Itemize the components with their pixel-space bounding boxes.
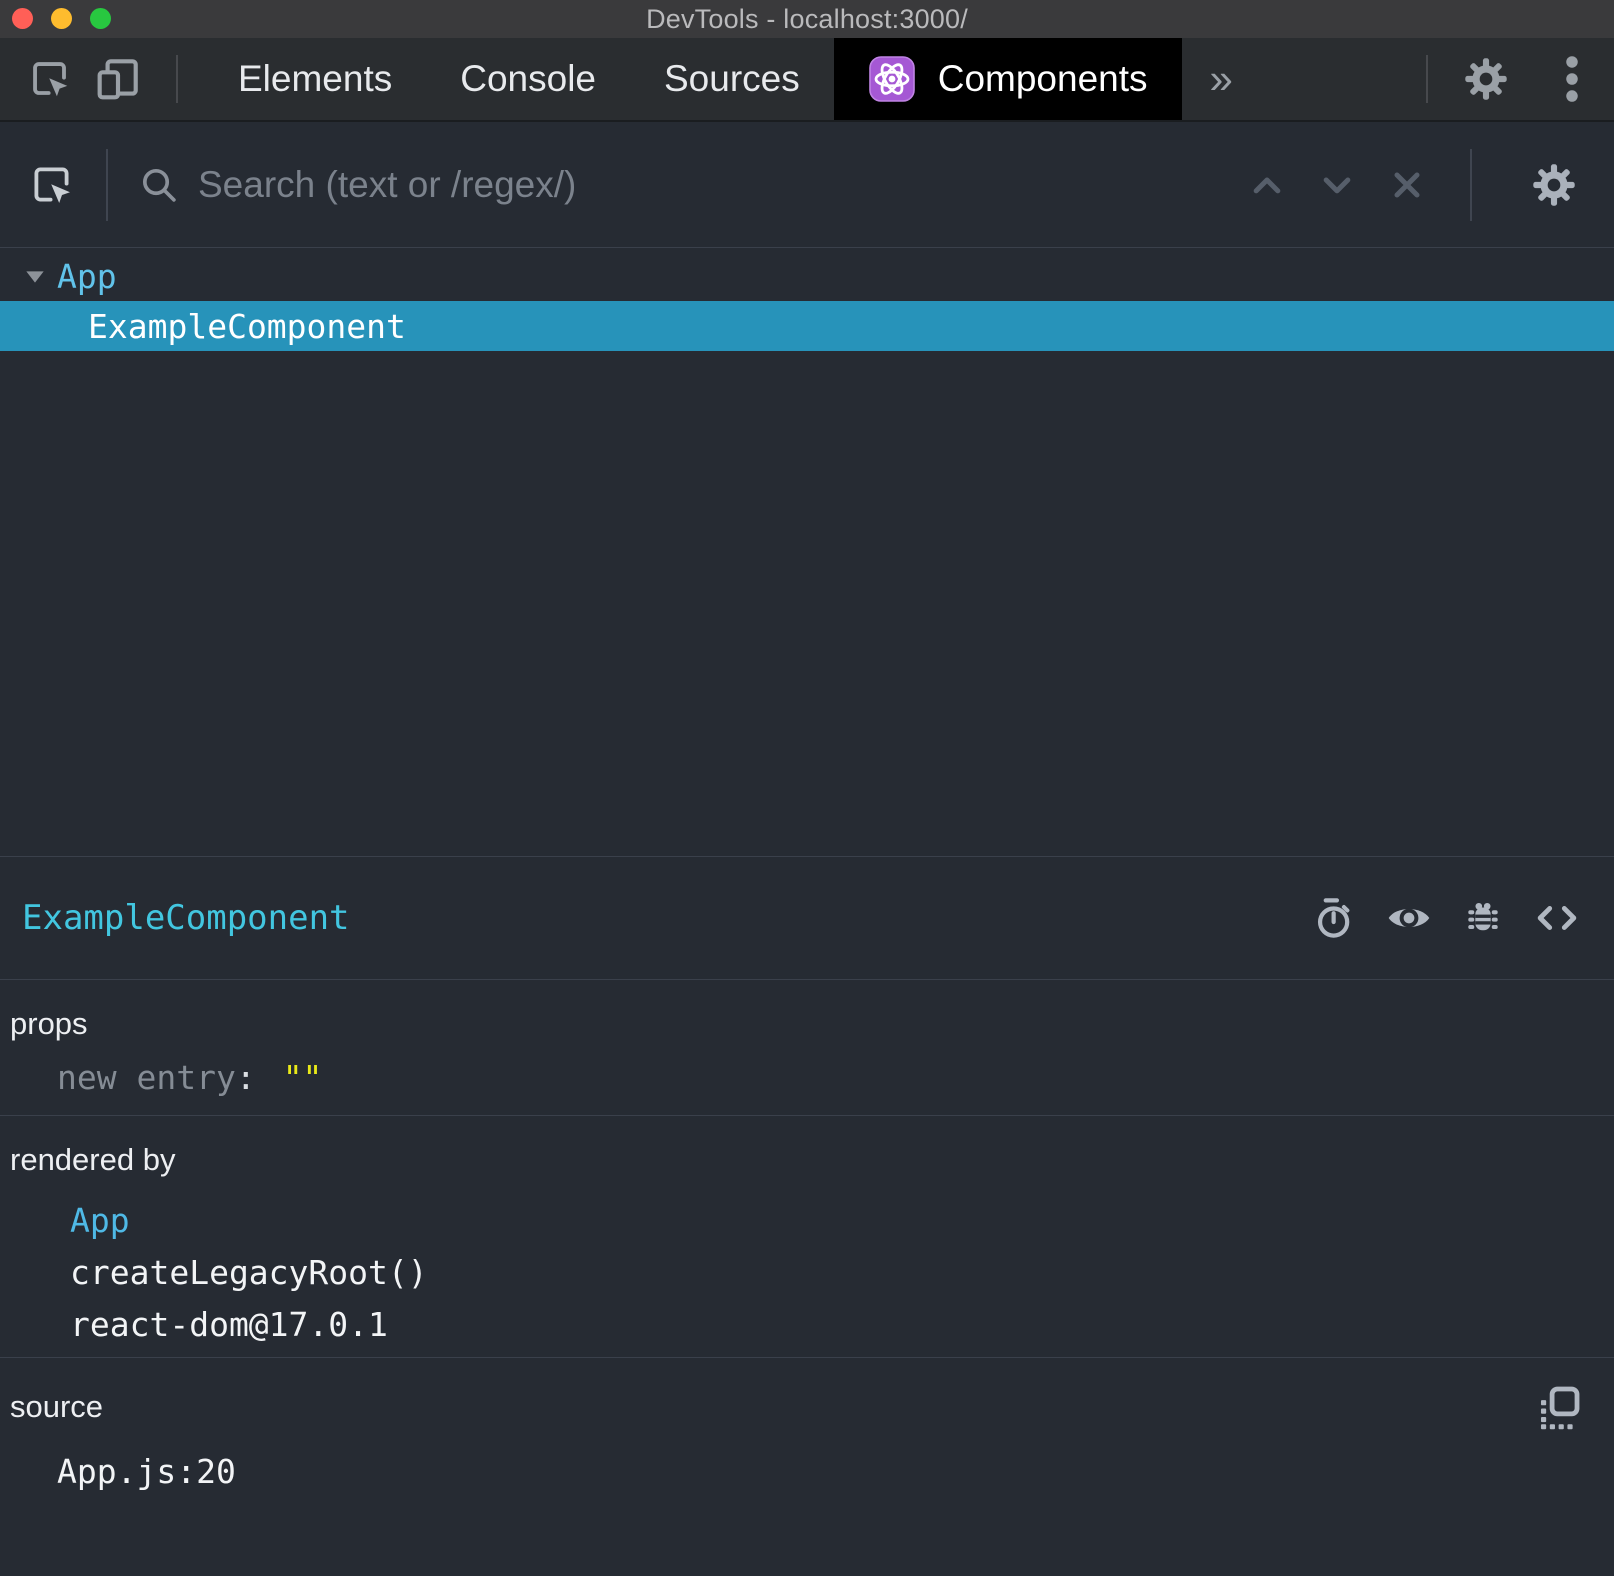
- view-source-button[interactable]: [1534, 895, 1580, 941]
- suspend-component-button[interactable]: [1312, 896, 1356, 940]
- prop-separator: :: [236, 1058, 256, 1097]
- caret-down-icon[interactable]: [24, 268, 48, 284]
- inspector-toolbar: [1312, 895, 1580, 941]
- tabbar-right-controls: [1426, 53, 1614, 105]
- stopwatch-icon: [1312, 896, 1356, 940]
- component-tree: App ExampleComponent: [0, 248, 1614, 857]
- source-section: source: [0, 1358, 1614, 1576]
- props-label: props: [10, 1006, 1604, 1042]
- copy-icon: [1536, 1384, 1582, 1430]
- tree-row-app[interactable]: App: [0, 251, 1614, 301]
- search-nav-controls: [1232, 149, 1614, 221]
- separator: [176, 55, 178, 103]
- owner-item-createlegacyroot: createLegacyRoot(): [10, 1246, 1604, 1298]
- devtools-window: DevTools - localhost:3000/ Elements Cons…: [0, 0, 1614, 1576]
- props-section: props new entry: "": [0, 980, 1614, 1116]
- components-search-bar: [0, 122, 1614, 248]
- copy-source-button[interactable]: [1536, 1384, 1582, 1430]
- traffic-lights: [12, 8, 111, 29]
- close-window-button[interactable]: [12, 8, 33, 29]
- settings-button[interactable]: [1462, 55, 1510, 103]
- source-label: source: [10, 1389, 103, 1425]
- device-toolbar-icon: [93, 54, 143, 104]
- owner-item-app[interactable]: App: [10, 1194, 1604, 1246]
- tab-sources[interactable]: Sources: [630, 38, 834, 120]
- next-match-button[interactable]: [1302, 165, 1372, 205]
- eye-icon: [1386, 895, 1432, 941]
- component-name: App: [57, 257, 117, 296]
- tab-elements[interactable]: Elements: [204, 38, 426, 120]
- tab-label: Sources: [664, 58, 800, 100]
- inspect-cursor-icon: [28, 161, 76, 209]
- inspector-header: ExampleComponent: [0, 857, 1614, 980]
- prop-key[interactable]: new entry: [57, 1058, 236, 1097]
- window-title: DevTools - localhost:3000/: [646, 4, 968, 35]
- separator: [1426, 55, 1428, 103]
- close-icon: [1387, 165, 1427, 205]
- select-element-button[interactable]: [26, 159, 78, 211]
- gear-icon: [1531, 162, 1577, 208]
- selected-component-title: ExampleComponent: [22, 898, 350, 938]
- tab-label: Elements: [238, 58, 392, 100]
- gear-icon: [1463, 56, 1509, 102]
- search-icon: [138, 164, 180, 206]
- inspect-cursor-icon: [27, 56, 73, 102]
- separator: [106, 149, 108, 221]
- tab-label: Components: [938, 58, 1148, 100]
- owner-item-reactdom-version: react-dom@17.0.1: [10, 1298, 1604, 1350]
- main-menu-button[interactable]: [1552, 53, 1592, 105]
- source-location: App.js:20: [10, 1452, 1604, 1491]
- inspect-dom-element-button[interactable]: [1386, 895, 1432, 941]
- devtools-tabbar: Elements Console Sources Components »: [0, 38, 1614, 122]
- source-header: source: [10, 1384, 1604, 1430]
- kebab-menu-icon: [1565, 56, 1579, 102]
- component-name: ExampleComponent: [88, 307, 406, 346]
- chevron-up-icon: [1247, 165, 1287, 205]
- tab-label: Console: [460, 58, 596, 100]
- previous-match-button[interactable]: [1232, 165, 1302, 205]
- search-input[interactable]: [196, 163, 1232, 207]
- rendered-by-section: rendered by App createLegacyRoot() react…: [0, 1116, 1614, 1358]
- zoom-window-button[interactable]: [90, 8, 111, 29]
- chevron-down-icon: [1317, 165, 1357, 205]
- debug-component-button[interactable]: [1462, 897, 1504, 939]
- components-settings-button[interactable]: [1530, 161, 1578, 209]
- more-tabs-button[interactable]: »: [1196, 55, 1247, 103]
- code-brackets-icon: [1534, 895, 1580, 941]
- inspect-element-button[interactable]: [24, 53, 76, 105]
- tab-console[interactable]: Console: [426, 38, 630, 120]
- tree-row-examplecomponent[interactable]: ExampleComponent: [0, 301, 1614, 351]
- clear-search-button[interactable]: [1372, 165, 1442, 205]
- minimize-window-button[interactable]: [51, 8, 72, 29]
- separator: [1470, 149, 1472, 221]
- prop-value[interactable]: "": [283, 1058, 323, 1097]
- titlebar: DevTools - localhost:3000/: [0, 0, 1614, 38]
- component-inspector: ExampleComponent: [0, 857, 1614, 1576]
- owner-list: App createLegacyRoot() react-dom@17.0.1: [10, 1194, 1604, 1350]
- bug-icon: [1462, 897, 1504, 939]
- tab-components[interactable]: Components: [834, 38, 1182, 120]
- rendered-by-label: rendered by: [10, 1142, 1604, 1178]
- toggle-device-toolbar-button[interactable]: [90, 51, 146, 107]
- react-atom-icon: [868, 55, 916, 103]
- prop-entry-row: new entry: "": [10, 1058, 1604, 1097]
